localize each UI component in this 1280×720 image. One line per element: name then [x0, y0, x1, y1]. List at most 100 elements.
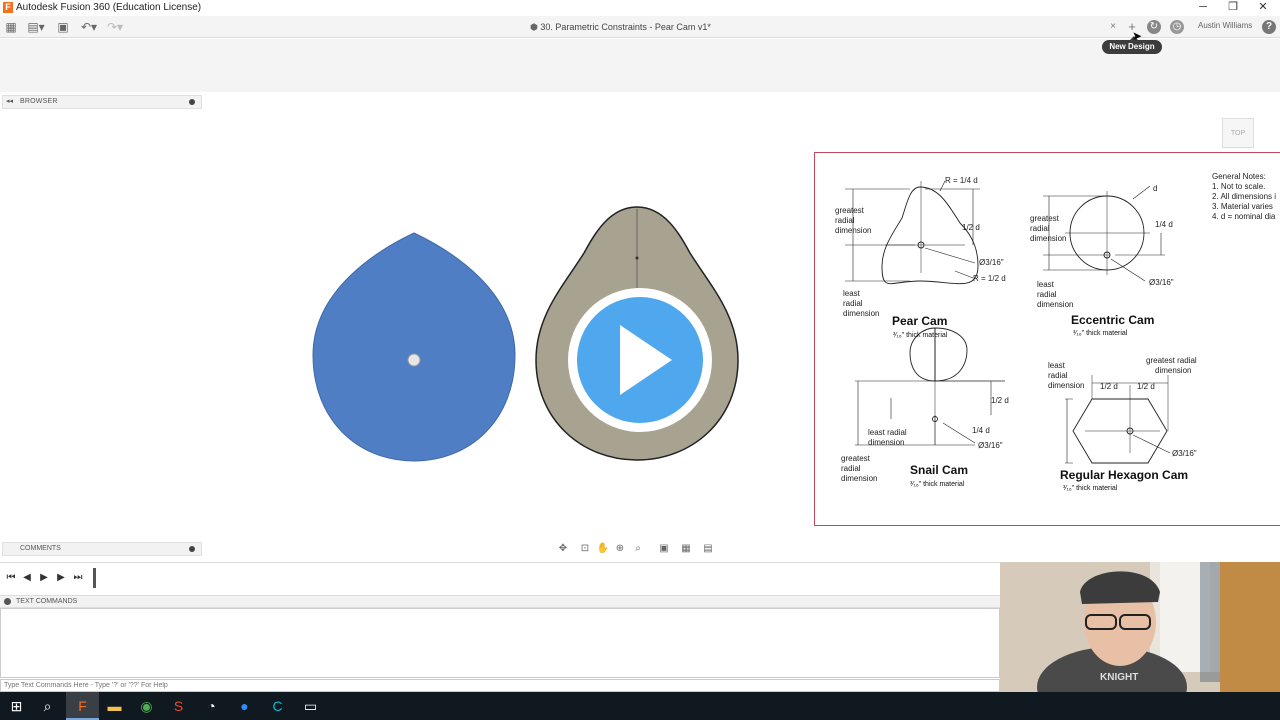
mouse-cursor-icon: ➤ — [1132, 29, 1143, 43]
notifications-icon[interactable]: ◷ — [1170, 20, 1184, 34]
snail-least-2: dimension — [868, 438, 904, 447]
cam-models — [312, 206, 739, 462]
pear-cam-material: ³⁄₁₆" thick material — [893, 332, 948, 339]
comments-panel-header[interactable]: COMMENTS — [2, 542, 202, 556]
snail-quarter: 1/4 d — [972, 426, 990, 435]
notes-title: General Notes: — [1212, 172, 1266, 181]
chrome-icon[interactable]: ◉ — [130, 692, 163, 720]
step-forward-icon[interactable]: ▶ — [54, 571, 68, 585]
redo-icon[interactable]: ↷▾ — [104, 19, 126, 35]
collapse-icon[interactable] — [4, 598, 11, 605]
collapse-arrows-icon[interactable]: ◂◂ — [6, 97, 13, 105]
grid-icon[interactable]: ▦ — [678, 541, 694, 557]
tab-close-icon[interactable]: × — [1106, 20, 1120, 34]
pear-least-1: least — [843, 289, 861, 298]
hexagon-cam-material: ³⁄₁₆" thick material — [1063, 485, 1118, 492]
document-tab[interactable]: ⬢ 30. Parametric Constraints - Pear Cam … — [530, 19, 711, 35]
pear-greatest-3: dimension — [835, 226, 871, 235]
eccentric-least-1: least — [1037, 280, 1055, 289]
zoom-app-icon[interactable]: ● — [228, 692, 261, 720]
user-account[interactable]: Austin Williams — [1198, 21, 1252, 30]
pear-hole: Ø3/16" — [979, 258, 1004, 267]
snail-cam-title: Snail Cam — [910, 463, 968, 477]
fusion-logo: F — [3, 2, 13, 13]
browser-pin-icon[interactable] — [189, 99, 195, 105]
hex-half-left: 1/2 d — [1100, 382, 1118, 391]
snail-cam-material: ³⁄₁₆" thick material — [910, 481, 965, 488]
navigation-bar: ✥ ⊡ ✋ ⊕ ⌕ ▣ ▦ ▤ — [555, 541, 720, 557]
hex-least-3: dimension — [1048, 381, 1084, 390]
text-command-input[interactable] — [0, 679, 1000, 692]
step-back-icon[interactable]: ◀ — [20, 571, 34, 585]
zoom-icon[interactable]: ⊕ — [612, 541, 628, 557]
eccentric-greatest-3: dimension — [1030, 234, 1066, 243]
c-app-icon[interactable]: C — [261, 692, 294, 720]
browser-label: BROWSER — [20, 98, 58, 105]
text-commands-header[interactable]: TEXT COMMANDS — [0, 595, 1000, 608]
orbit-icon[interactable]: ✥ — [555, 541, 571, 557]
comments-label: COMMENTS — [20, 545, 61, 552]
fusion-taskbar-icon[interactable]: F — [66, 692, 99, 720]
screen-capture-icon[interactable]: ▭ — [294, 692, 327, 720]
pear-cam-title: Pear Cam — [892, 314, 947, 328]
go-to-start-icon[interactable]: ⏮ — [4, 571, 18, 585]
hex-greatest-1: greatest radial — [1146, 356, 1197, 365]
save-icon[interactable]: ▣ — [56, 19, 70, 35]
maximize-button[interactable]: ❐ — [1218, 0, 1248, 16]
note-4: 4. d = nominal dia — [1212, 212, 1276, 221]
play-icon[interactable]: ▶ — [37, 571, 51, 585]
comments-add-icon[interactable] — [189, 546, 195, 552]
eccentric-greatest-1: greatest — [1030, 214, 1060, 223]
play-button[interactable] — [568, 288, 712, 432]
close-button[interactable]: ✕ — [1248, 0, 1278, 16]
look-at-icon[interactable]: ⊡ — [577, 541, 593, 557]
eccentric-d: d — [1153, 184, 1157, 193]
eccentric-hole: Ø3/16" — [1149, 278, 1174, 287]
pan-hand-icon[interactable]: ✋ — [595, 541, 611, 557]
cam-reference-drawing: General Notes: 1. Not to scale. 2. All d… — [814, 152, 1280, 526]
search-icon[interactable]: ⌕ — [31, 692, 64, 720]
text-commands-output — [0, 608, 1000, 678]
document-tab-title: 30. Parametric Constraints - Pear Cam v1… — [540, 22, 711, 32]
eccentric-quarter: 1/4 d — [1155, 220, 1173, 229]
data-panel-grid-icon[interactable]: ▦ — [4, 19, 18, 35]
job-status-icon[interactable]: ↻ — [1147, 20, 1161, 34]
fit-icon[interactable]: ⌕ — [630, 541, 646, 557]
timeline-marker[interactable] — [93, 568, 96, 588]
note-2: 2. All dimensions i — [1212, 192, 1276, 201]
title-bar: F Autodesk Fusion 360 (Education License… — [0, 0, 1280, 16]
snail-half: 1/2 d — [991, 396, 1009, 405]
app-title: Autodesk Fusion 360 (Education License) — [16, 2, 202, 13]
go-to-end-icon[interactable]: ⏭ — [71, 571, 85, 585]
file-explorer-icon[interactable]: ▬ — [98, 692, 131, 720]
eccentric-cam-material: ³⁄₁₆" thick material — [1073, 330, 1128, 337]
pear-half: 1/2 d — [962, 223, 980, 232]
file-menu-icon[interactable]: ▤▾ — [26, 19, 46, 35]
note-1: 1. Not to scale. — [1212, 182, 1265, 191]
display-settings-icon[interactable]: ▣ — [656, 541, 672, 557]
viewports-icon[interactable]: ▤ — [700, 541, 716, 557]
eccentric-least-2: radial — [1037, 290, 1057, 299]
timeline: ⏮ ◀ ▶ ▶ ⏭ — [0, 562, 1000, 592]
minimize-button[interactable]: ─ — [1188, 0, 1218, 16]
pear-r-bot: R = 1/2 d — [973, 274, 1006, 283]
windows-start-icon[interactable]: ⊞ — [0, 692, 33, 720]
help-icon[interactable]: ? — [1262, 20, 1276, 34]
hex-greatest-2: dimension — [1155, 366, 1191, 375]
toolbar-ribbon — [0, 39, 1280, 92]
hex-least-1: least — [1048, 361, 1066, 370]
snail-greatest-2: radial — [841, 464, 861, 473]
eccentric-cam-title: Eccentric Cam — [1071, 313, 1154, 327]
webcam-overlay: KNIGHT — [1000, 562, 1280, 692]
timer-app-icon[interactable]: ◔ — [195, 692, 228, 720]
pear-r-top: R = 1/4 d — [945, 176, 978, 185]
pear-least-2: radial — [843, 299, 863, 308]
viewcube[interactable]: TOP — [1222, 118, 1254, 148]
cube-icon: ⬢ — [530, 22, 541, 32]
undo-icon[interactable]: ↶▾ — [78, 19, 100, 35]
text-commands-label: TEXT COMMANDS — [16, 598, 78, 605]
snail-least-1: least radial — [868, 428, 907, 437]
hex-least-2: radial — [1048, 371, 1068, 380]
browser-panel-header[interactable]: ◂◂ BROWSER — [2, 95, 202, 109]
s-app-icon[interactable]: S — [162, 692, 195, 720]
